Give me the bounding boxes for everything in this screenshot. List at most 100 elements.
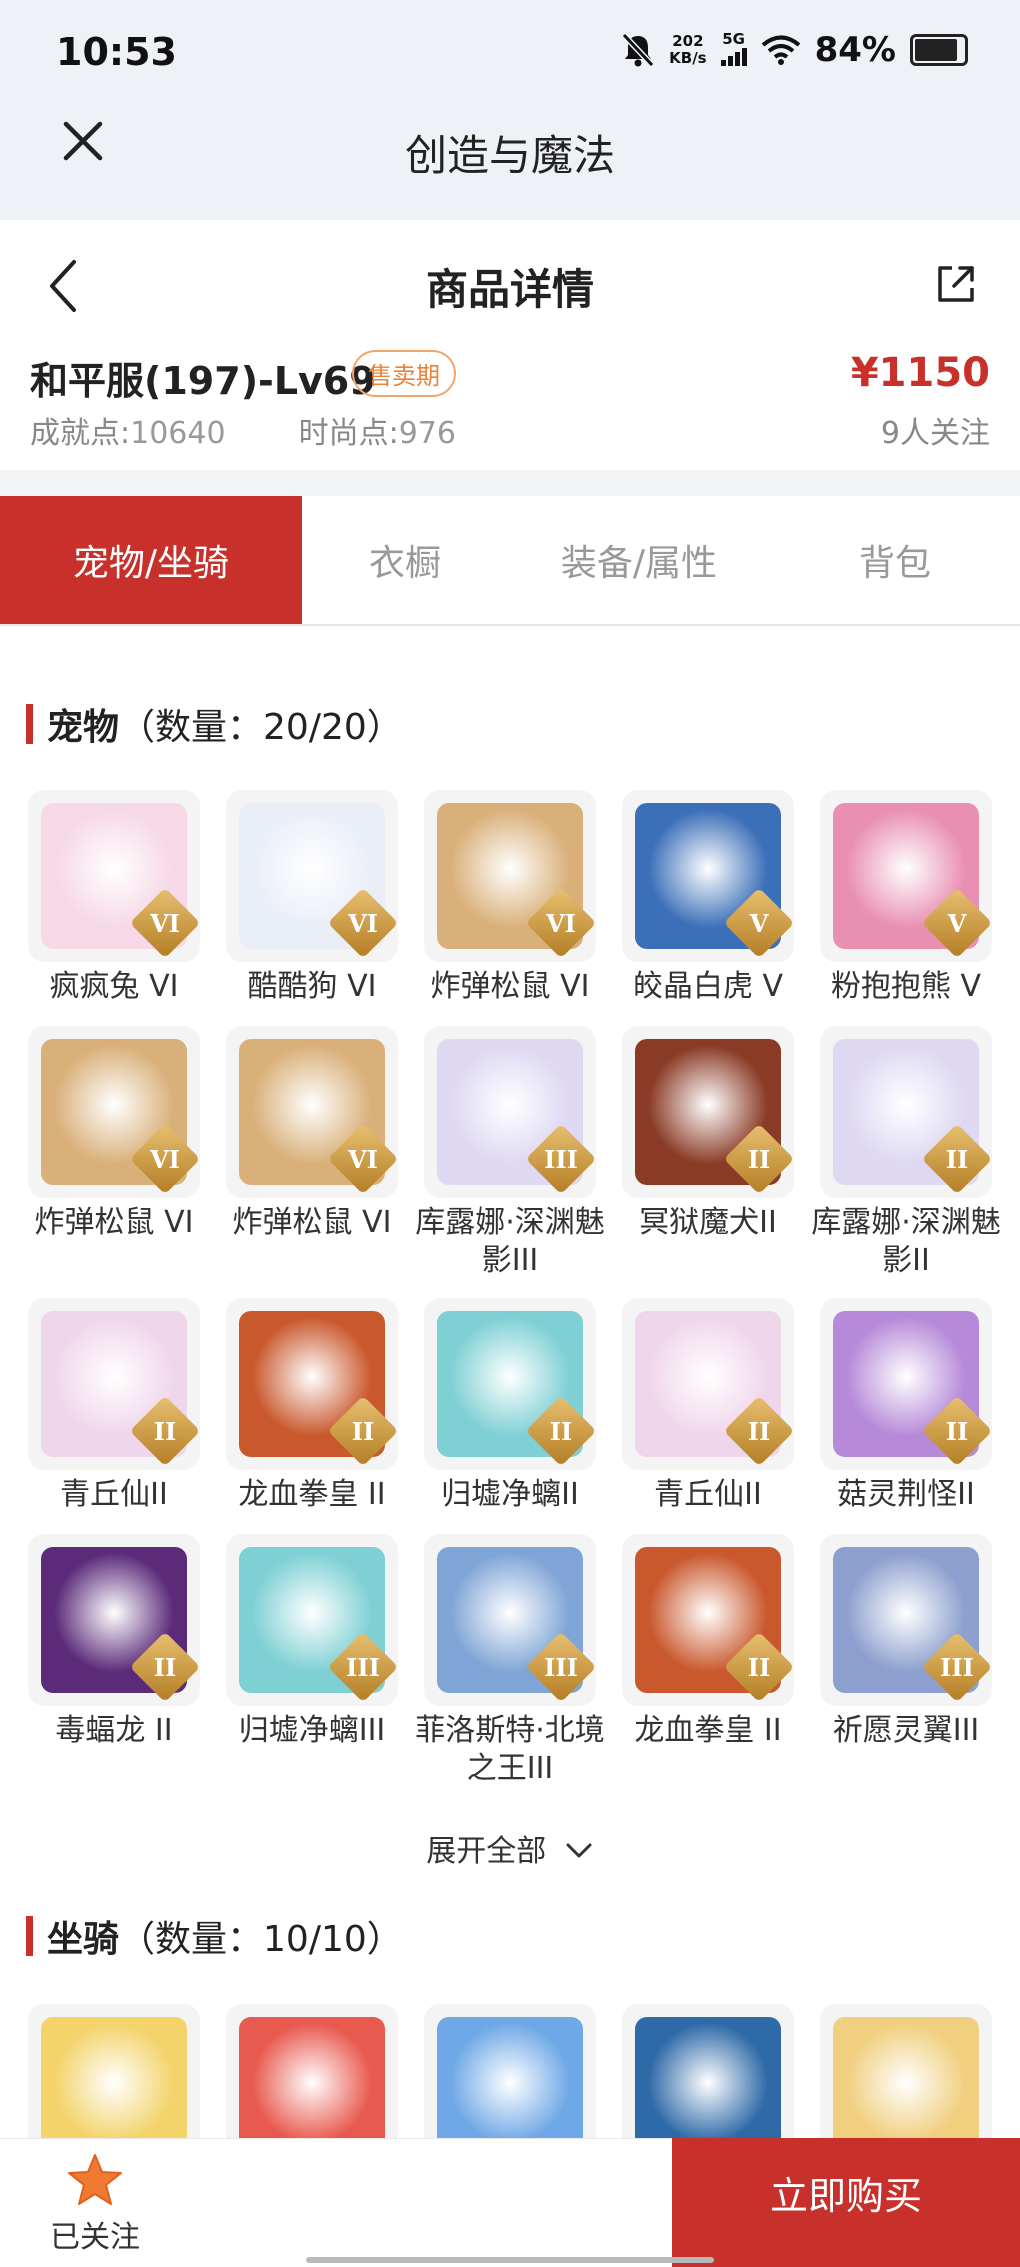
status-badge: 售卖期: [352, 350, 456, 397]
pets-title: 宠物: [47, 707, 120, 748]
pet-thumbnail: II: [622, 1298, 794, 1470]
pet-item[interactable]: III 祈愿灵翼III: [820, 1534, 992, 1806]
mounts-section-title: 坐骑 （数量：10/10）: [26, 1910, 403, 1962]
home-indicator: [306, 2257, 714, 2263]
pet-thumbnail: II: [820, 1026, 992, 1198]
achievement-value: 10640: [130, 416, 226, 451]
net-speed: 202 KB/s: [669, 33, 706, 67]
status-icons: 202 KB/s 5G 84%: [621, 30, 968, 70]
pet-item[interactable]: VI 炸弹松鼠 VI: [424, 790, 596, 1026]
share-icon[interactable]: [932, 260, 980, 308]
pet-name: 青丘仙II: [60, 1477, 168, 1512]
tier-label: II: [549, 1416, 573, 1446]
tier-label: II: [351, 1416, 375, 1446]
pet-item[interactable]: V 粉抱抱熊 V: [820, 790, 992, 1026]
mounts-count: （数量：10/10）: [119, 1919, 403, 1960]
pet-item[interactable]: II 归墟净螭II: [424, 1298, 596, 1534]
pet-item[interactable]: VI 炸弹松鼠 VI: [28, 1026, 200, 1298]
tab-equipment[interactable]: 装备/属性: [508, 496, 770, 624]
tier-label: III: [346, 1652, 380, 1682]
pet-name: 归墟净螭III: [238, 1713, 386, 1748]
tier-label: III: [940, 1652, 974, 1682]
pet-thumbnail: VI: [226, 790, 398, 962]
battery-icon: [910, 34, 968, 66]
status-time: 10:53: [56, 30, 177, 74]
net-speed-unit: KB/s: [669, 49, 707, 67]
pet-item[interactable]: V 皎晶白虎 V: [622, 790, 794, 1026]
pet-item[interactable]: III 菲洛斯特·北境之王III: [415, 1534, 605, 1806]
pet-thumbnail: VI: [28, 790, 200, 962]
pet-thumbnail: III: [226, 1534, 398, 1706]
follow-button[interactable]: 已关注: [40, 2152, 150, 2256]
follow-label: 已关注: [50, 2220, 140, 2255]
pet-item[interactable]: II 毒蝠龙 II: [28, 1534, 200, 1806]
pet-thumbnail: II: [28, 1298, 200, 1470]
tier-label: III: [544, 1144, 578, 1174]
pet-thumbnail: II: [622, 1534, 794, 1706]
section-divider: [0, 470, 1020, 496]
tier-label: II: [747, 1652, 771, 1682]
tier-label: VI: [150, 1144, 180, 1174]
pet-item[interactable]: II 库露娜·深渊魅影II: [811, 1026, 1001, 1298]
pet-item[interactable]: II 青丘仙II: [622, 1298, 794, 1534]
tier-label: III: [544, 1652, 578, 1682]
star-icon: [68, 2154, 122, 2205]
pet-name: 粉抱抱熊 V: [830, 969, 982, 1004]
pet-thumbnail: VI: [424, 790, 596, 962]
pet-item[interactable]: II 龙血拳皇 II: [622, 1534, 794, 1806]
achievement-label: 成就点:: [30, 416, 131, 451]
pet-item[interactable]: VI 酷酷狗 VI: [226, 790, 398, 1026]
product-stats: 成就点:10640 时尚点:976: [30, 408, 456, 452]
pet-thumbnail: II: [226, 1298, 398, 1470]
pet-name: 库露娜·深渊魅影II: [811, 1205, 1001, 1278]
tier-label: VI: [546, 908, 576, 938]
pet-item[interactable]: II 菇灵荆怪II: [820, 1298, 992, 1534]
battery-percent: 84%: [814, 30, 896, 70]
tier-label: V: [947, 908, 967, 938]
section-marker: [26, 1916, 33, 1956]
network-type: 5G: [722, 29, 745, 48]
section-marker: [26, 704, 33, 744]
tab-wardrobe[interactable]: 衣橱: [302, 496, 508, 624]
tier-label: II: [153, 1416, 177, 1446]
expand-all-button[interactable]: 展开全部: [0, 1826, 1020, 1870]
pet-item[interactable]: III 库露娜·深渊魅影III: [415, 1026, 605, 1298]
pet-name: 库露娜·深渊魅影III: [415, 1205, 605, 1278]
pet-name: 疯疯兔 VI: [49, 969, 179, 1004]
tier-label: VI: [150, 908, 180, 938]
tier-label: II: [945, 1144, 969, 1174]
pet-name: 祈愿灵翼III: [832, 1713, 980, 1748]
signal-icon: [720, 47, 747, 66]
pet-name: 归墟净螭II: [441, 1477, 579, 1512]
pet-item[interactable]: VI 炸弹松鼠 VI: [226, 1026, 398, 1298]
pet-name: 龙血拳皇 II: [634, 1713, 782, 1748]
pet-item[interactable]: II 青丘仙II: [28, 1298, 200, 1534]
tab-backpack[interactable]: 背包: [770, 496, 1020, 624]
cell-signal: 5G: [720, 29, 747, 70]
fashion-value: 976: [398, 416, 457, 451]
pet-name: 炸弹松鼠 VI: [232, 1205, 392, 1240]
pet-thumbnail: II: [820, 1298, 992, 1470]
net-speed-value: 202: [672, 32, 704, 50]
tab-pets-mounts[interactable]: 宠物/坐骑: [0, 496, 302, 624]
pet-thumbnail: VI: [226, 1026, 398, 1198]
pet-name: 炸弹松鼠 VI: [430, 969, 590, 1004]
pet-name: 酷酷狗 VI: [247, 969, 377, 1004]
wifi-icon: [761, 35, 800, 65]
tier-label: VI: [348, 908, 378, 938]
pet-name: 皎晶白虎 V: [632, 969, 784, 1004]
page-title: 商品详情: [425, 265, 594, 314]
pet-thumbnail: III: [424, 1534, 596, 1706]
pets-count: （数量：20/20）: [119, 707, 403, 748]
pet-item[interactable]: III 归墟净螭III: [226, 1534, 398, 1806]
pet-thumbnail: II: [28, 1534, 200, 1706]
pet-item[interactable]: VI 疯疯兔 VI: [28, 790, 200, 1026]
pet-item[interactable]: II 冥狱魔犬II: [622, 1026, 794, 1298]
pets-section-title: 宠物 （数量：20/20）: [26, 698, 403, 750]
mounts-title: 坐骑: [47, 1919, 120, 1960]
pet-name: 毒蝠龙 II: [55, 1713, 173, 1748]
buy-now-button[interactable]: 立即购买: [672, 2138, 1020, 2267]
tier-label: V: [749, 908, 769, 938]
pet-item[interactable]: II 龙血拳皇 II: [226, 1298, 398, 1534]
tier-label: II: [153, 1652, 177, 1682]
